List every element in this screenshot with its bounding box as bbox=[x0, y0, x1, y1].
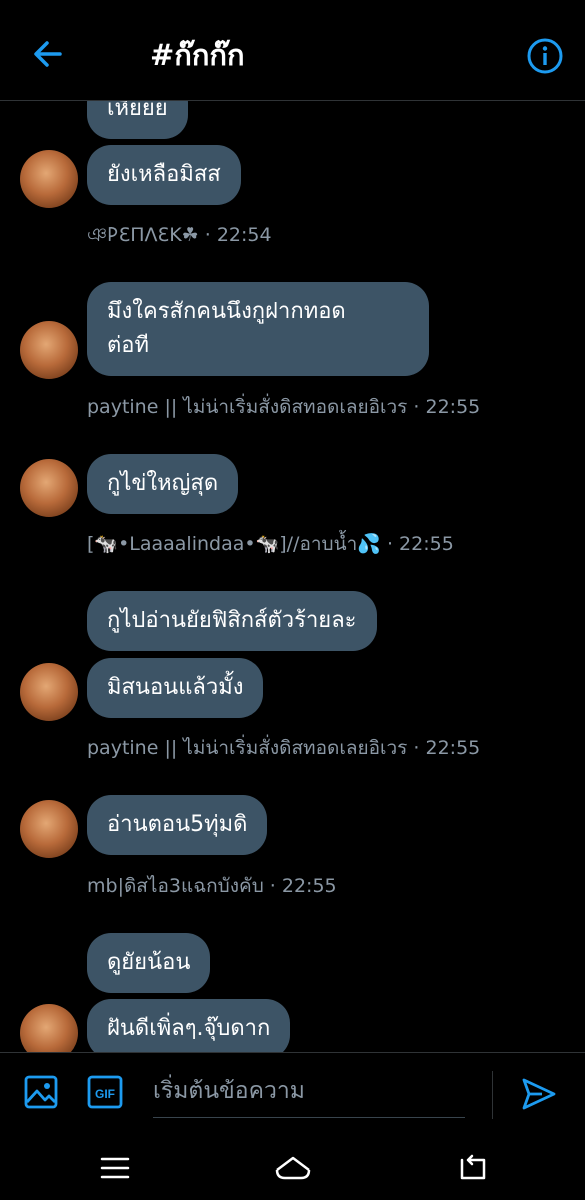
message-meta: paytine || ไม่น่าเริ่มสั่งดิสทอดเลยอิเวร… bbox=[87, 396, 481, 418]
message-meta: paytine || ไม่น่าเริ่มสั่งดิสทอดเลยอิเวร… bbox=[87, 737, 481, 759]
message-line: มึงใครสักคนนึงกูฝากทอด bbox=[107, 299, 346, 324]
avatar[interactable] bbox=[20, 663, 78, 721]
avatar[interactable] bbox=[20, 321, 78, 379]
home-icon[interactable] bbox=[273, 1150, 313, 1186]
avatar[interactable] bbox=[20, 459, 78, 517]
message-input[interactable]: เริ่มต้นข้อความ bbox=[153, 1067, 465, 1118]
message-bubble[interactable]: กูไข่ใหญ่สุด bbox=[87, 454, 239, 514]
message-bubble[interactable]: ยังเหลือมิสส bbox=[87, 145, 241, 205]
avatar[interactable] bbox=[20, 800, 78, 858]
message-composer: GIF เริ่มต้นข้อความ bbox=[0, 1052, 585, 1137]
top-bar: #ก๊กก๊ก bbox=[0, 0, 585, 101]
message-list[interactable]: เหียยย ยังเหลือมิสส ঞ𐌓ƐΠΛƐK☘ · 22:54 มึง… bbox=[0, 101, 585, 1052]
back-nav-icon[interactable] bbox=[454, 1150, 490, 1186]
message-bubble[interactable]: อ่านตอน5ทุ่มดิ bbox=[87, 795, 268, 855]
message-input-placeholder: เริ่มต้นข้อความ bbox=[153, 1078, 305, 1104]
divider bbox=[492, 1071, 493, 1119]
message-meta: [🐄•Laaaalindaa•🐄]//อาบน้ำ💦 · 22:55 bbox=[87, 533, 454, 555]
system-nav-bar bbox=[0, 1136, 585, 1200]
message-meta: ঞ𐌓ƐΠΛƐK☘ · 22:54 bbox=[87, 224, 272, 246]
image-icon[interactable] bbox=[24, 1075, 58, 1109]
gif-icon[interactable]: GIF bbox=[87, 1075, 123, 1109]
message-bubble[interactable]: ดูยัยน้อน bbox=[87, 933, 211, 993]
message-bubble[interactable]: มึงใครสักคนนึงกูฝากทอด ต่อที bbox=[87, 282, 429, 376]
conversation-title: #ก๊กก๊ก bbox=[150, 38, 245, 72]
message-bubble[interactable]: ฝันดีเพิ่ลๆ.จุ๊บดาก bbox=[87, 999, 291, 1052]
message-line: ต่อที bbox=[107, 333, 150, 358]
svg-text:GIF: GIF bbox=[95, 1087, 115, 1101]
message-bubble[interactable]: เหียยย bbox=[87, 101, 188, 139]
back-arrow-icon[interactable] bbox=[28, 34, 68, 74]
info-icon[interactable] bbox=[526, 37, 564, 75]
avatar[interactable] bbox=[20, 150, 78, 208]
message-bubble[interactable]: มิสนอนแล้วมั้ง bbox=[87, 658, 264, 718]
message-meta: mb|ดิสไอ3แฉกบังคับ · 22:55 bbox=[87, 875, 337, 897]
recent-apps-icon[interactable] bbox=[97, 1150, 133, 1186]
send-icon[interactable] bbox=[520, 1075, 558, 1113]
avatar[interactable] bbox=[20, 1004, 78, 1052]
message-bubble[interactable]: กูไปอ่านยัยฟิสิกส์ตัวร้ายละ bbox=[87, 591, 377, 651]
